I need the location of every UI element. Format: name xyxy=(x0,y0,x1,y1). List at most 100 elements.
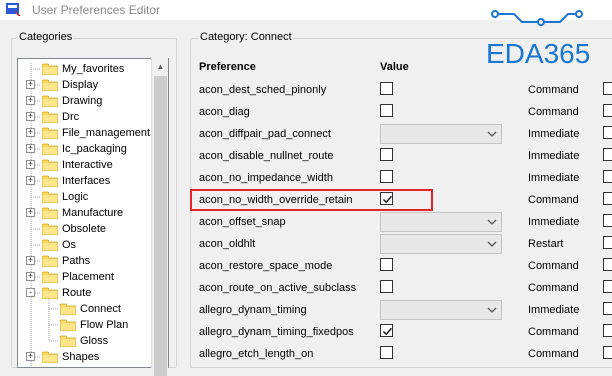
expand-icon[interactable]: + xyxy=(26,256,35,265)
folder-icon xyxy=(42,143,58,155)
tree-item-label: Drawing xyxy=(62,95,103,107)
tree-item-label: Interfaces xyxy=(62,175,111,187)
expand-icon[interactable]: + xyxy=(26,144,35,153)
effect-type: Command xyxy=(528,84,579,96)
scrollbar-thumb[interactable] xyxy=(154,76,167,376)
expand-icon[interactable]: + xyxy=(26,80,35,89)
tree-item[interactable]: Connect xyxy=(18,301,168,317)
tree-item[interactable]: Flow Plan xyxy=(18,317,168,333)
expand-icon[interactable]: + xyxy=(26,208,35,217)
expand-icon[interactable]: + xyxy=(26,352,35,361)
chevron-down-icon xyxy=(487,241,497,247)
tree-item[interactable]: + Drc xyxy=(18,109,168,125)
preference-name: acon_route_on_active_subclass xyxy=(199,282,357,294)
checkmark-icon xyxy=(382,327,393,336)
tree-item[interactable]: + File_management xyxy=(18,125,168,141)
tree-item-label: Drc xyxy=(62,111,80,123)
favorite-checkbox[interactable] xyxy=(603,346,612,359)
chevron-down-icon xyxy=(487,131,497,137)
favorite-checkbox[interactable] xyxy=(603,324,612,337)
value-dropdown[interactable] xyxy=(380,234,502,254)
tree-item-label: Display xyxy=(62,79,99,91)
tree-item[interactable]: + Display xyxy=(18,77,168,93)
value-checkbox[interactable] xyxy=(380,324,393,337)
preference-name: acon_dest_sched_pinonly xyxy=(199,84,327,96)
favorite-checkbox[interactable] xyxy=(603,236,612,249)
preference-column-header: Preference xyxy=(199,61,256,73)
favorite-checkbox[interactable] xyxy=(603,170,612,183)
tree-item[interactable]: Obsolete xyxy=(18,221,168,237)
value-checkbox[interactable] xyxy=(380,280,393,293)
app-icon xyxy=(6,3,21,16)
tree-item-label: Paths xyxy=(62,255,91,267)
tree-item-label: File_management xyxy=(62,127,151,139)
value-dropdown[interactable] xyxy=(380,300,502,320)
preference-name: allegro_dynam_timing_fixedpos xyxy=(199,326,354,338)
tree-item[interactable]: - Route xyxy=(18,285,168,301)
folder-icon xyxy=(42,95,58,107)
value-checkbox[interactable] xyxy=(380,346,393,359)
tree-item[interactable]: Os xyxy=(18,237,168,253)
value-checkbox[interactable] xyxy=(380,148,393,161)
tree-item[interactable]: + Manufacture xyxy=(18,205,168,221)
value-dropdown[interactable] xyxy=(380,212,502,232)
favorite-checkbox[interactable] xyxy=(603,258,612,271)
folder-icon xyxy=(42,239,58,251)
tree-item[interactable]: Gloss xyxy=(18,333,168,349)
tree-item-label: Logic xyxy=(62,191,89,203)
expand-icon[interactable]: + xyxy=(26,272,35,281)
favorite-checkbox[interactable] xyxy=(603,192,612,205)
categories-tree[interactable]: My_favorites + Display + Drawing + Drc + File_ma… xyxy=(17,58,169,368)
chevron-down-icon xyxy=(487,307,497,313)
effect-type: Command xyxy=(528,282,579,294)
folder-icon xyxy=(60,303,76,315)
tree-scrollbar[interactable]: ▲ xyxy=(151,58,169,376)
tree-item-label: My_favorites xyxy=(62,63,125,75)
expand-icon[interactable]: + xyxy=(26,176,35,185)
favorite-checkbox[interactable] xyxy=(603,82,612,95)
expand-icon[interactable]: + xyxy=(26,112,35,121)
folder-icon xyxy=(42,207,58,219)
highlight-box xyxy=(190,189,433,211)
expand-icon[interactable]: + xyxy=(26,96,35,105)
effect-type: Immediate xyxy=(528,216,580,228)
effect-type: Immediate xyxy=(528,150,580,162)
favorite-checkbox[interactable] xyxy=(603,148,612,161)
value-checkbox[interactable] xyxy=(380,258,393,271)
tree-item[interactable]: + Shapes xyxy=(18,349,168,365)
value-checkbox[interactable] xyxy=(380,170,393,183)
folder-icon xyxy=(42,111,58,123)
tree-item[interactable]: + Ic_packaging xyxy=(18,141,168,157)
preference-name: allegro_dynam_timing xyxy=(199,304,307,316)
categories-label: Categories xyxy=(18,31,74,43)
preference-name: acon_diffpair_pad_connect xyxy=(199,128,331,140)
folder-icon xyxy=(42,159,58,171)
value-checkbox[interactable] xyxy=(380,104,393,117)
tree-item[interactable]: + Interfaces xyxy=(18,173,168,189)
folder-icon xyxy=(42,255,58,267)
tree-item[interactable]: + Drawing xyxy=(18,93,168,109)
tree-item[interactable]: Logic xyxy=(18,189,168,205)
favorite-checkbox[interactable] xyxy=(603,280,612,293)
scroll-up-icon[interactable]: ▲ xyxy=(152,58,169,75)
collapse-icon[interactable]: - xyxy=(26,288,35,297)
window-title: User Preferences Editor xyxy=(32,3,161,17)
tree-item[interactable]: + Placement xyxy=(18,269,168,285)
favorite-checkbox[interactable] xyxy=(603,104,612,117)
favorite-checkbox[interactable] xyxy=(603,126,612,139)
tree-item[interactable]: + Paths xyxy=(18,253,168,269)
tree-item-label: Flow Plan xyxy=(80,319,129,331)
value-checkbox[interactable] xyxy=(380,82,393,95)
favorite-checkbox[interactable] xyxy=(603,302,612,315)
effect-type: Command xyxy=(528,194,579,206)
expand-icon[interactable]: + xyxy=(26,128,35,137)
tree-item-label: Os xyxy=(62,239,77,251)
value-dropdown[interactable] xyxy=(380,124,502,144)
preference-name: allegro_etch_length_on xyxy=(199,348,314,360)
tree-item-label: Placement xyxy=(62,271,114,283)
effect-type: Immediate xyxy=(528,172,580,184)
expand-icon[interactable]: + xyxy=(26,160,35,169)
favorite-checkbox[interactable] xyxy=(603,214,612,227)
tree-item[interactable]: + Interactive xyxy=(18,157,168,173)
tree-item[interactable]: My_favorites xyxy=(18,61,168,77)
